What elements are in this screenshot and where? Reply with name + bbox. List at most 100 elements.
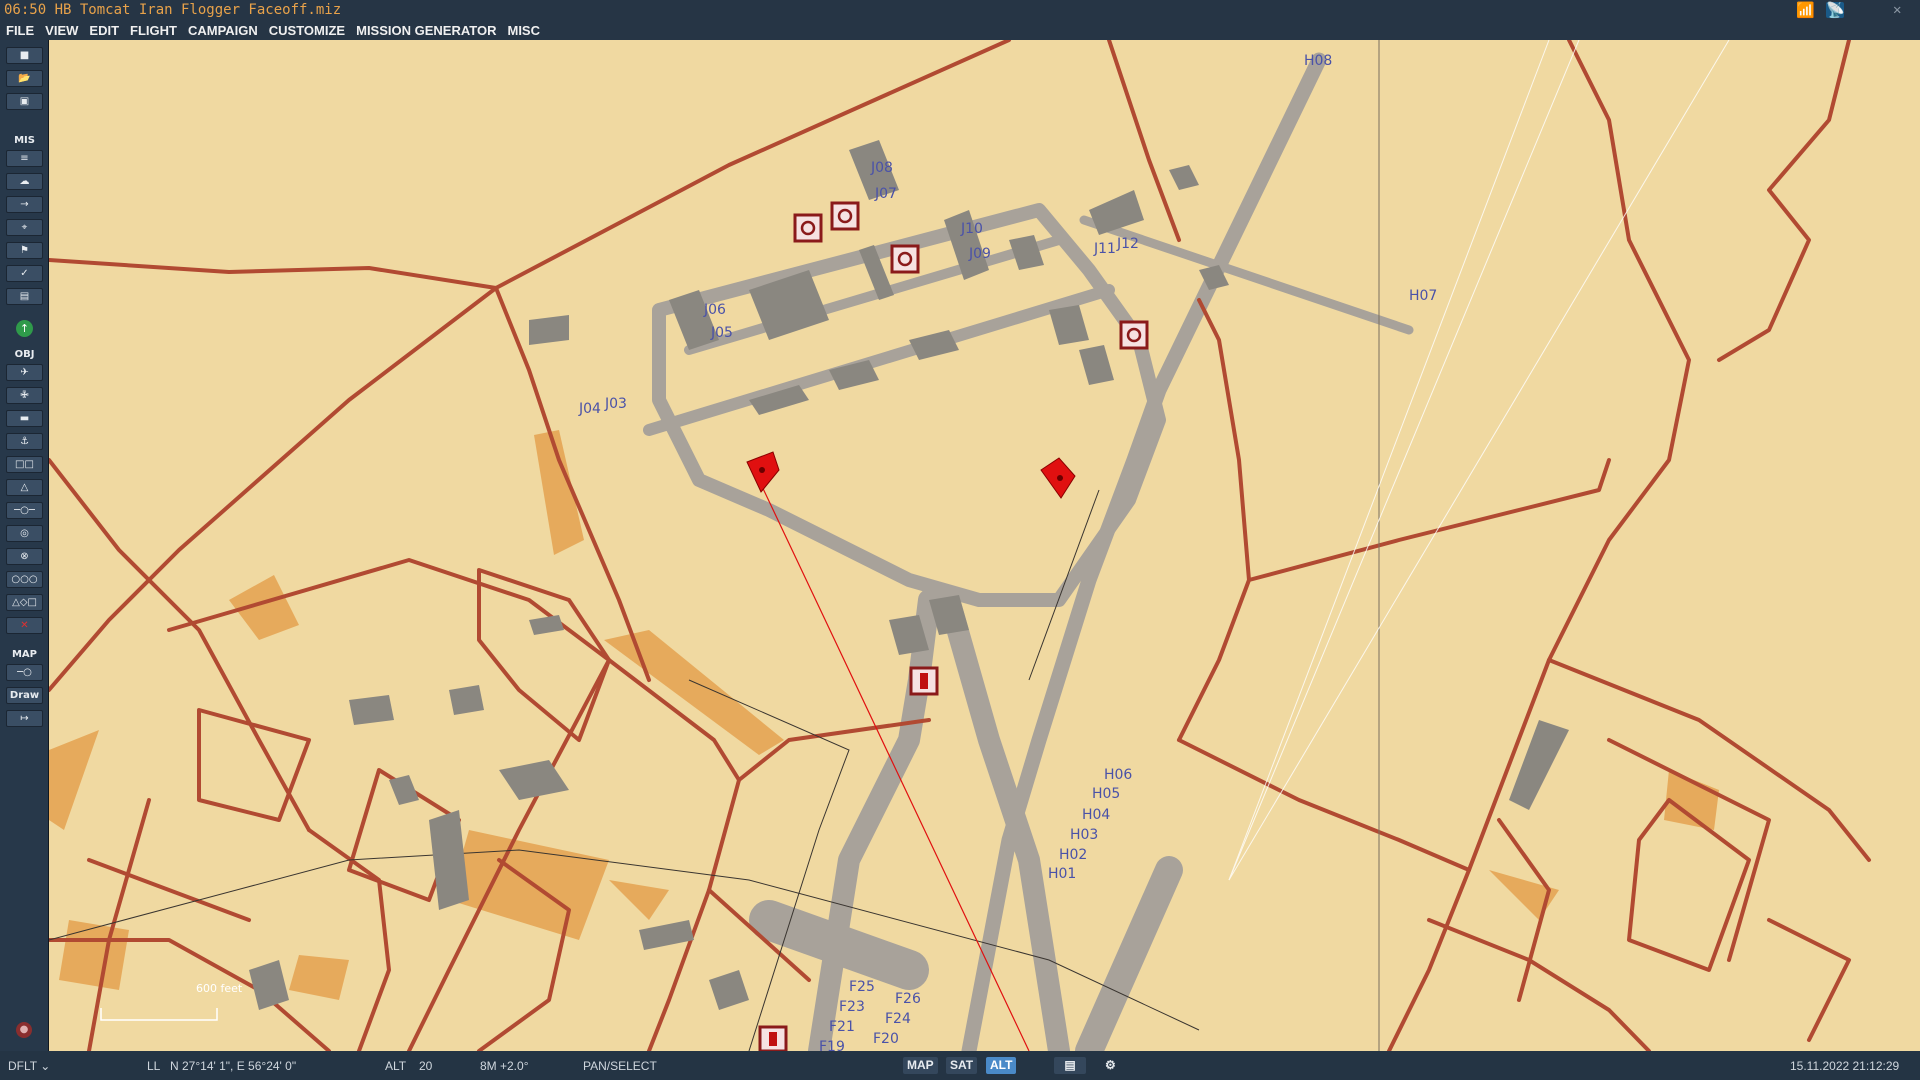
menu-file[interactable]: FILE [6, 23, 34, 38]
status-bar: DFLT ⌄ LL N 27°14' 1", E 56°24' 0" ALT 2… [0, 1051, 1920, 1080]
menu-customize[interactable]: CUSTOMIZE [269, 23, 345, 38]
title-bar: 06:50 HB Tomcat Iran Flogger Faceoff.miz… [0, 0, 1920, 20]
section-map-label: MAP [11, 649, 38, 660]
menu-misc[interactable]: MISC [507, 23, 540, 38]
save-icon[interactable]: ▣ [6, 93, 43, 110]
briefing-icon[interactable]: ≡ [6, 150, 43, 167]
left-toolbar: ■ 📂 ▣ MIS ≡ ☁ → ⌖ ⚑ ✓ ▤ ↑ OBJ ✈ ✙ ▬ ⚓ □□… [0, 40, 49, 1051]
menu-view[interactable]: VIEW [45, 23, 78, 38]
close-icon[interactable]: ✕ [1893, 2, 1901, 18]
parking-label: J08 [870, 160, 893, 176]
ruler-icon[interactable]: ↦ [6, 710, 43, 727]
parking-label: F25 [849, 979, 875, 995]
waypoint-icon[interactable]: ─○─ [6, 502, 43, 519]
menu-flight[interactable]: FLIGHT [130, 23, 177, 38]
parking-label: J05 [710, 325, 733, 341]
section-obj-label: OBJ [14, 349, 35, 360]
open-folder-icon[interactable]: 📂 [6, 70, 43, 87]
sam-site-icon[interactable] [830, 201, 860, 231]
parking-label: J03 [604, 396, 627, 412]
magnetic-variation: 8M +2.0° [480, 1059, 529, 1073]
alt-label: ALT [385, 1059, 407, 1073]
section-mis-label: MIS [14, 135, 35, 146]
parking-label: F20 [873, 1031, 899, 1047]
parking-label: J06 [703, 302, 726, 318]
triggers-icon[interactable]: → [6, 196, 43, 213]
ship-icon[interactable]: ⚓ [6, 433, 43, 450]
map-mode-button[interactable]: MAP [903, 1057, 938, 1074]
profile-selector[interactable]: DFLT ⌄ [8, 1059, 50, 1073]
parking-label: J10 [960, 221, 983, 237]
fuel-truck-icon[interactable] [909, 666, 939, 696]
scale-label: 600 feet [196, 982, 243, 995]
ground-unit-icon[interactable]: ▬ [6, 410, 43, 427]
parking-label: F26 [895, 991, 921, 1007]
menu-edit[interactable]: EDIT [89, 23, 119, 38]
aircraft-icon[interactable]: ✈ [6, 364, 43, 381]
draw-button[interactable]: Draw [6, 687, 43, 704]
menu-bar: FILE VIEW EDIT FLIGHT CAMPAIGN CUSTOMIZE… [0, 20, 1920, 40]
map-options-icon[interactable]: ─○ [6, 664, 43, 681]
map-view[interactable]: H08 H07 J08 J07 J10 J09 J11 J12 J06 J05 … [49, 40, 1920, 1051]
helicopter-icon[interactable]: ✙ [6, 387, 43, 404]
coord-mode[interactable]: LL [147, 1059, 160, 1073]
parking-label: J04 [578, 401, 601, 417]
parking-label: J09 [968, 246, 991, 262]
parking-label: J07 [874, 186, 897, 202]
up-arrow-icon[interactable]: ↑ [16, 320, 33, 337]
parking-label: J11 [1093, 241, 1116, 257]
settings-gear-icon[interactable]: ⚙ [1101, 1057, 1120, 1074]
parking-label: F23 [839, 999, 865, 1015]
sam-site-icon[interactable] [793, 213, 823, 243]
check-icon[interactable]: ✓ [6, 265, 43, 282]
taxiways [643, 52, 1414, 1051]
menu-mission-generator[interactable]: MISSION GENERATOR [356, 23, 496, 38]
parking-label: H05 [1092, 786, 1120, 802]
coalitions-icon[interactable]: ▤ [6, 288, 43, 305]
parking-label: H06 [1104, 767, 1132, 783]
template-icon[interactable]: △ [6, 479, 43, 496]
sam-site-icon[interactable] [1119, 320, 1149, 350]
parking-label: H01 [1048, 866, 1076, 882]
shapes-icon[interactable]: △◇□ [6, 594, 43, 611]
weather-icon[interactable]: ☁ [6, 173, 43, 190]
delete-icon[interactable]: ✕ [6, 617, 43, 634]
alt-value: 20 [419, 1059, 433, 1073]
static-object-icon[interactable]: □□ [6, 456, 43, 473]
goals-icon[interactable]: ⌖ [6, 219, 43, 236]
resources-icon[interactable]: ⚑ [6, 242, 43, 259]
parking-label: F21 [829, 1019, 855, 1035]
mode-readout: PAN/SELECT [583, 1059, 657, 1073]
boundary-lines [49, 40, 1380, 1051]
map-canvas[interactable]: H08 H07 J08 J07 J10 J09 J11 J12 J06 J05 … [49, 40, 1920, 1051]
parking-label: H07 [1409, 288, 1437, 304]
aircraft-marker[interactable] [1040, 457, 1076, 499]
alt-mode-button[interactable]: ALT [986, 1057, 1017, 1074]
parking-label: H04 [1082, 807, 1110, 823]
target-icon[interactable]: ⊗ [6, 548, 43, 565]
new-mission-icon[interactable]: ■ [6, 47, 43, 64]
parking-label: J12 [1116, 236, 1139, 252]
power-lines [1228, 40, 1730, 881]
coordinates-readout: N 27°14' 1", E 56°24' 0" [170, 1059, 297, 1073]
aircraft-marker[interactable] [746, 451, 780, 493]
tower-icon[interactable]: 📡 [1826, 2, 1845, 18]
parking-label: F24 [885, 1011, 911, 1027]
fuel-truck-icon[interactable] [758, 1025, 788, 1051]
group-icon[interactable]: ○○○ [6, 571, 43, 588]
window-title: 06:50 HB Tomcat Iran Flogger Faceoff.miz [4, 2, 342, 18]
parking-label: H08 [1304, 53, 1332, 69]
parking-label: H03 [1070, 827, 1098, 843]
zone-icon[interactable]: ◎ [6, 525, 43, 542]
roads [49, 40, 1871, 1051]
sam-site-icon[interactable] [890, 244, 920, 274]
parking-label: H02 [1059, 847, 1087, 863]
menu-campaign[interactable]: CAMPAIGN [188, 23, 258, 38]
scale-bar: 600 feet [100, 982, 243, 1021]
layers-icon[interactable]: ▤ [1054, 1057, 1086, 1074]
sand-patches [49, 430, 1719, 1000]
sat-mode-button[interactable]: SAT [946, 1057, 978, 1074]
profile-value: DFLT [8, 1059, 37, 1073]
wifi-icon[interactable]: 📶 [1796, 2, 1815, 18]
record-icon[interactable]: ● [16, 1022, 32, 1038]
